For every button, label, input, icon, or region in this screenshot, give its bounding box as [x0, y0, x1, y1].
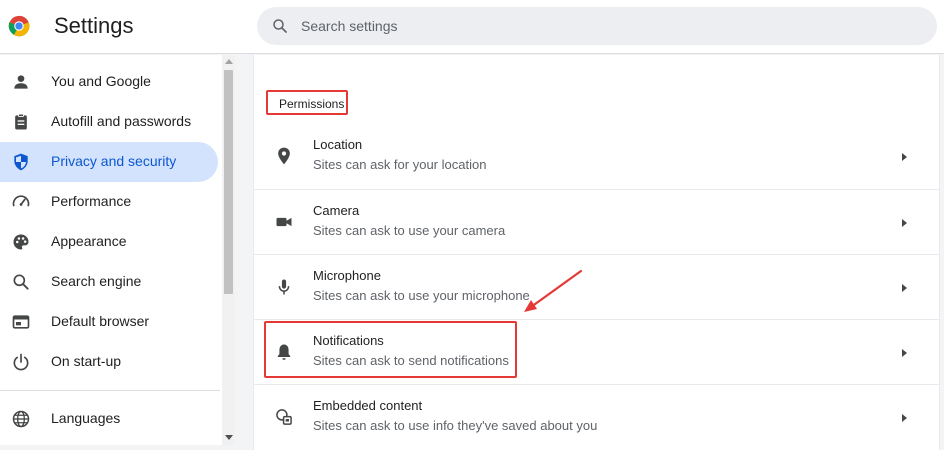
permission-title: Camera	[313, 203, 360, 218]
sidebar-item-label: Languages	[51, 410, 121, 426]
sidebar-item-search-engine[interactable]: Search engine	[0, 262, 218, 302]
search-box[interactable]	[257, 7, 937, 45]
permission-row-microphone[interactable]: Microphone Sites can ask to use your mic…	[254, 254, 939, 319]
chrome-logo-icon	[8, 15, 30, 37]
permission-title: Embedded content	[313, 398, 423, 413]
scroll-up-arrow-icon[interactable]	[225, 59, 233, 64]
palette-icon	[13, 234, 29, 250]
permission-row-camera[interactable]: Camera Sites can ask to use your camera	[254, 189, 939, 254]
search-icon	[13, 274, 29, 290]
permission-description: Sites can ask to use your camera	[313, 223, 506, 238]
browser-window-icon	[12, 315, 30, 329]
clipboard-icon	[15, 113, 27, 130]
annotation-highlight-permissions	[266, 90, 348, 115]
location-pin-icon	[278, 147, 290, 165]
sidebar: You and Google Autofill and passwords Pr…	[0, 55, 222, 445]
chevron-right-icon	[902, 219, 907, 227]
power-icon	[13, 353, 29, 371]
globe-icon	[12, 410, 30, 428]
chevron-right-icon	[902, 414, 907, 422]
search-input[interactable]	[301, 7, 901, 45]
sidebar-item-autofill[interactable]: Autofill and passwords	[0, 102, 218, 142]
scrollbar-thumb[interactable]	[224, 70, 233, 294]
permission-title: Location	[313, 137, 363, 152]
search-icon	[273, 19, 287, 33]
camera-icon	[276, 217, 292, 227]
sidebar-divider	[0, 390, 220, 391]
sidebar-item-languages[interactable]: Languages	[0, 399, 218, 439]
chevron-right-icon	[902, 349, 907, 357]
permission-row-location[interactable]: Location Sites can ask for your location	[254, 124, 939, 189]
sidebar-item-label: Autofill and passwords	[51, 113, 192, 129]
scroll-down-arrow-icon[interactable]	[225, 435, 233, 440]
microphone-icon	[278, 279, 290, 295]
chevron-right-icon	[902, 284, 907, 292]
sidebar-item-performance[interactable]: Performance	[0, 182, 218, 222]
sidebar-item-on-start-up[interactable]: On start-up	[0, 342, 218, 382]
sidebar-item-default-browser[interactable]: Default browser	[0, 302, 218, 342]
sidebar-item-label: Search engine	[51, 273, 142, 289]
sidebar-item-label: Default browser	[51, 313, 150, 329]
person-icon	[14, 75, 28, 89]
embedded-content-icon	[276, 409, 292, 425]
sidebar-item-label: You and Google	[51, 73, 151, 89]
sidebar-item-privacy-and-security[interactable]: Privacy and security	[0, 142, 218, 182]
permissions-card: Permissions Location Sites can ask for y…	[253, 55, 940, 450]
chevron-right-icon	[902, 153, 907, 161]
permission-description: Sites can ask for your location	[313, 157, 487, 172]
permission-description: Sites can ask to use your microphone	[313, 288, 530, 303]
sidebar-item-appearance[interactable]: Appearance	[0, 222, 218, 262]
permission-title: Microphone	[313, 268, 381, 283]
sidebar-item-you-and-google[interactable]: You and Google	[0, 62, 218, 102]
permission-description: Sites can ask to use info they've saved …	[313, 418, 598, 433]
sidebar-item-label: On start-up	[51, 353, 122, 369]
top-bar: Settings	[0, 0, 944, 54]
permission-row-embedded-content[interactable]: Embedded content Sites can ask to use in…	[254, 384, 939, 449]
sidebar-item-label: Privacy and security	[51, 153, 177, 169]
shield-icon	[14, 153, 28, 171]
sidebar-item-label: Appearance	[51, 233, 127, 249]
sidebar-scrollbar[interactable]	[222, 55, 235, 445]
page-title: Settings	[54, 13, 134, 38]
annotation-highlight-notifications	[264, 321, 517, 378]
speedometer-icon	[12, 195, 30, 207]
sidebar-item-label: Performance	[51, 193, 132, 209]
